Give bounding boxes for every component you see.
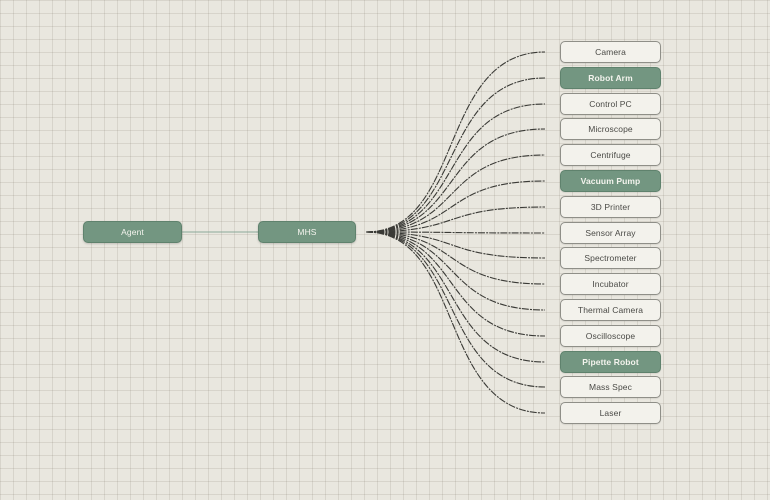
device-node-microscope[interactable]: Microscope — [560, 118, 661, 141]
device-node-spectrometer[interactable]: Spectrometer — [560, 247, 661, 270]
device-node-mass-spec[interactable]: Mass Spec — [560, 376, 661, 399]
device-node-camera[interactable]: Camera — [560, 41, 661, 63]
device-node-sensor-array[interactable]: Sensor Array — [560, 221, 661, 244]
connector-laser — [365, 231, 546, 414]
mhs-hub-node[interactable]: MHS — [258, 221, 356, 243]
connector-microscope — [365, 128, 546, 233]
device-list: Camera Robot Arm Control PC Microscope Centr… — [560, 41, 661, 428]
device-node-thermal-camera[interactable]: Thermal Camera — [560, 298, 661, 321]
device-node-oscilloscope[interactable]: Oscilloscope — [560, 324, 661, 347]
connector-pipette-robot — [365, 231, 546, 363]
connector-centrifuge — [365, 154, 546, 233]
device-node-centrifuge[interactable]: Centrifuge — [560, 144, 661, 167]
connector-robot-arm — [365, 77, 546, 233]
device-node-pipette-robot[interactable]: Pipette Robot — [560, 350, 661, 373]
device-node-laser[interactable]: Laser — [560, 402, 661, 425]
device-node-control-pc[interactable]: Control PC — [560, 92, 661, 115]
agent-node[interactable]: Agent — [83, 221, 182, 243]
connector-vacuum-pump — [365, 180, 546, 233]
mhs-to-device-connectors — [365, 51, 546, 414]
connector-oscilloscope — [365, 231, 546, 337]
device-node-incubator[interactable]: Incubator — [560, 273, 661, 296]
device-node-robot-arm[interactable]: Robot Arm — [560, 66, 661, 89]
connector-mass-spec — [365, 231, 546, 388]
connector-camera — [365, 51, 546, 233]
connector-thermal-camera — [365, 231, 546, 311]
connector-incubator — [365, 231, 546, 285]
connector-control-pc — [365, 103, 546, 233]
device-node-vacuum-pump[interactable]: Vacuum Pump — [560, 169, 661, 192]
device-node-3d-printer[interactable]: 3D Printer — [560, 195, 661, 218]
